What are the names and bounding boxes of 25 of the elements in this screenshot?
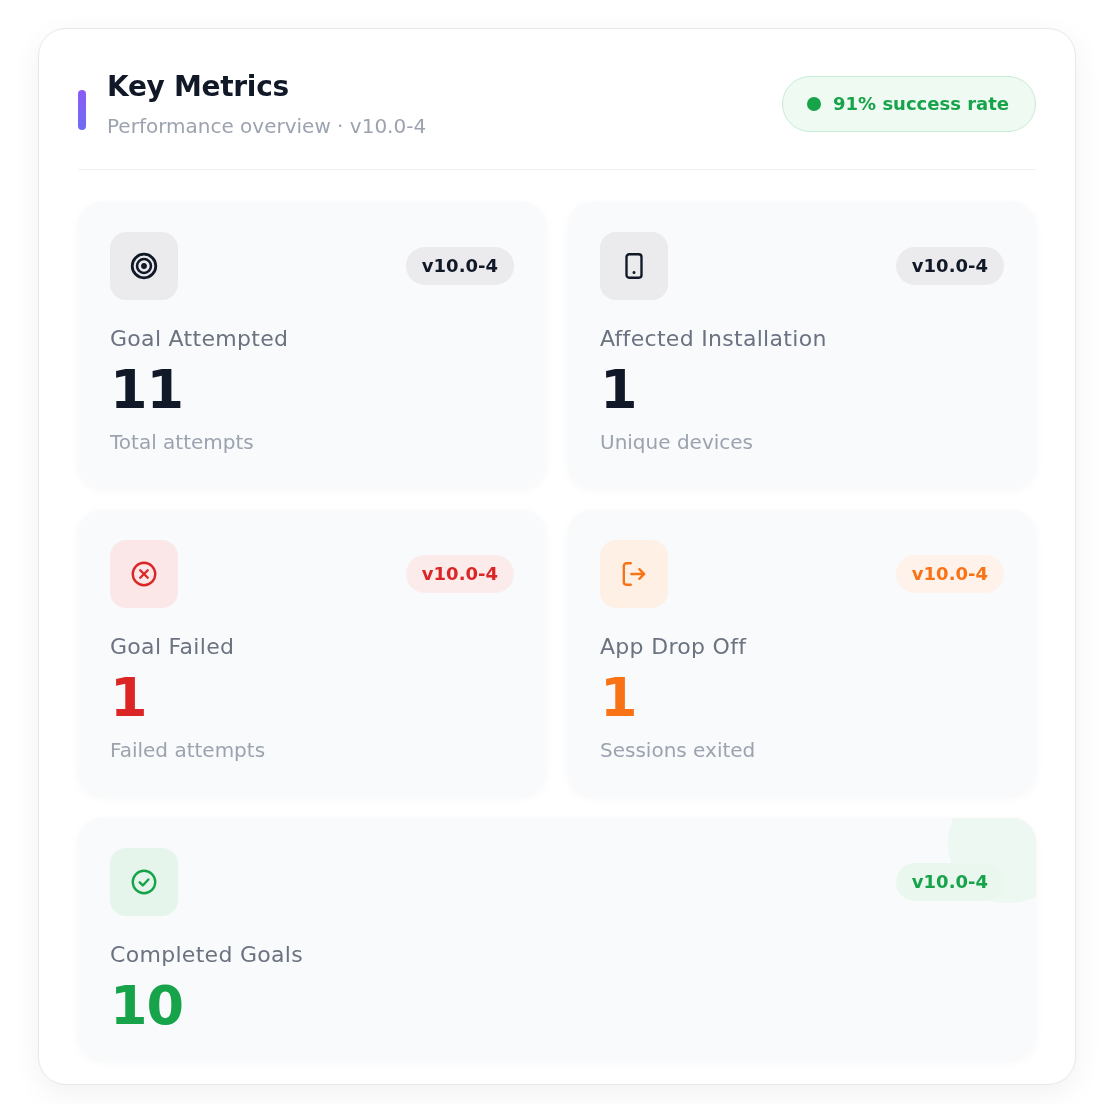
target-icon	[110, 232, 178, 300]
metric-value: 1	[110, 668, 148, 728]
version-badge: v10.0-4	[895, 247, 1004, 285]
status-dot-icon	[807, 97, 822, 111]
metric-label: Goal Failed	[110, 633, 236, 661]
metric-label: Goal Attempted	[110, 325, 290, 353]
version-badge: v10.0-4	[895, 555, 1004, 593]
metric-caption: Unique devices	[600, 429, 755, 456]
metric-value: 1	[600, 668, 638, 728]
panel-subtitle: Performance overview · v10.0-4	[107, 113, 427, 140]
metric-label: Completed Goals	[110, 941, 305, 969]
version-badge: v10.0-4	[405, 247, 514, 285]
metric-value: 11	[110, 360, 185, 420]
smartphone-icon	[600, 232, 668, 300]
metric-caption: Total attempts	[110, 429, 255, 456]
accent-bar	[78, 90, 86, 130]
metric-label: App Drop Off	[600, 633, 748, 661]
success-rate-text: 91% success rate	[833, 92, 1009, 116]
panel-title: Key Metrics	[107, 69, 290, 105]
metric-caption: Sessions exited	[600, 737, 757, 764]
metric-value: 10	[110, 976, 185, 1036]
version-badge: v10.0-4	[405, 555, 514, 593]
metric-caption: Failed attempts	[110, 737, 267, 764]
metric-label: Affected Installation	[600, 325, 828, 353]
metric-value: 1	[600, 360, 638, 420]
